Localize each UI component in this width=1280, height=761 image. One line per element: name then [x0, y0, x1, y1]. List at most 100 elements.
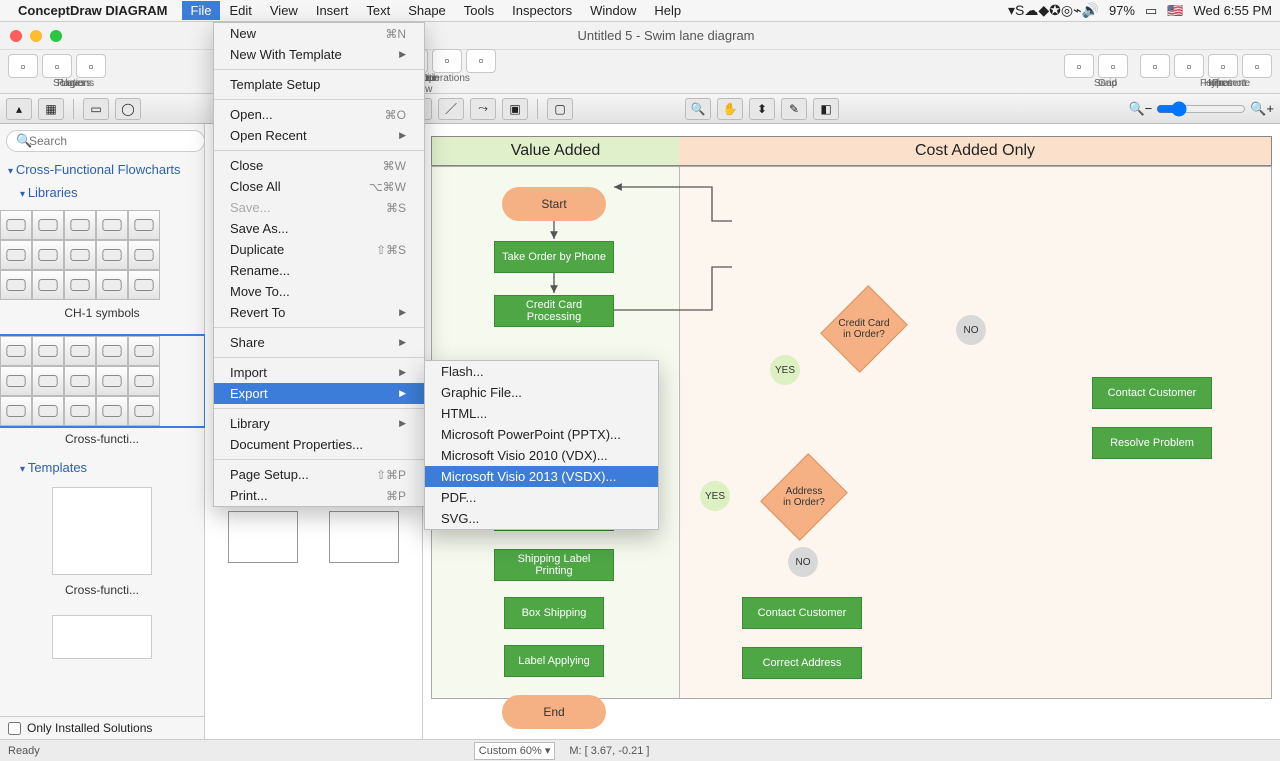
template-thumb-1[interactable] — [52, 487, 152, 575]
traffic-lights[interactable] — [10, 30, 62, 42]
menu-item-flash-[interactable]: Flash... — [425, 361, 658, 382]
menu-item-close[interactable]: Close⌘W — [214, 155, 424, 176]
library-shape-icon[interactable] — [96, 366, 128, 396]
library-shape-icon[interactable] — [128, 366, 160, 396]
menubar-window[interactable]: Window — [581, 1, 645, 20]
align-tool[interactable]: ⬍ — [749, 98, 775, 120]
library-shape-icon[interactable] — [64, 210, 96, 240]
menu-extra-icon[interactable]: ▾ — [1008, 2, 1015, 18]
group-tool[interactable]: ▣ — [502, 98, 528, 120]
menu-item-html-[interactable]: HTML... — [425, 403, 658, 424]
library-shape-icon[interactable] — [32, 210, 64, 240]
app-name[interactable]: ConceptDraw DIAGRAM — [18, 3, 168, 18]
file-menu[interactable]: New⌘NNew With TemplateTemplate SetupOpen… — [213, 22, 425, 507]
menu-item-close-all[interactable]: Close All⌥⌘W — [214, 176, 424, 197]
close-icon[interactable] — [10, 30, 22, 42]
library-shape-icon[interactable] — [32, 366, 64, 396]
menu-item-graphic-file-[interactable]: Graphic File... — [425, 382, 658, 403]
menu-item-open-[interactable]: Open...⌘O — [214, 104, 424, 125]
search-input[interactable] — [6, 130, 205, 152]
stencil-shape[interactable] — [215, 511, 311, 567]
toolbar-layers[interactable]: ▫ — [76, 54, 106, 78]
library-shape-icon[interactable] — [128, 396, 160, 426]
library-shape-icon[interactable] — [128, 270, 160, 300]
toolbar-present[interactable]: ▫ — [1242, 54, 1272, 78]
library-shape-icon[interactable] — [64, 366, 96, 396]
toolbar-grid[interactable]: ▫ — [1098, 54, 1128, 78]
pan-tool[interactable]: ✋ — [717, 98, 743, 120]
library-shape-icon[interactable] — [0, 396, 32, 426]
menubar-edit[interactable]: Edit — [220, 1, 260, 20]
menu-extra-icon[interactable]: ⌁ — [1073, 2, 1081, 18]
zoom-in-icon[interactable]: 🔍+ — [1250, 101, 1274, 117]
toolbar-info[interactable]: ▫ — [1208, 54, 1238, 78]
menu-item-save-as-[interactable]: Save As... — [214, 218, 424, 239]
library-shape-icon[interactable] — [0, 240, 32, 270]
node-cc-decision[interactable]: Credit Card in Order? — [830, 295, 898, 363]
menu-item-microsoft-visio-vsdx-[interactable]: Microsoft Visio 2013 (VSDX)... — [425, 466, 658, 487]
ellipse-tool[interactable]: ◯ — [115, 98, 141, 120]
node-cc-processing[interactable]: Credit Card Processing — [494, 295, 614, 327]
library-shape-icon[interactable] — [96, 396, 128, 426]
library-shape-icon[interactable] — [96, 210, 128, 240]
node-box-shipping[interactable]: Box Shipping — [504, 597, 604, 629]
only-installed-checkbox[interactable] — [8, 722, 21, 735]
library-shape-icon[interactable] — [32, 336, 64, 366]
library-shape-icon[interactable] — [96, 240, 128, 270]
library-shape-icon[interactable] — [32, 270, 64, 300]
library-shape-icon[interactable] — [32, 240, 64, 270]
library-shape-icon[interactable] — [0, 366, 32, 396]
toolbar-snap[interactable]: ▫ — [1064, 54, 1094, 78]
menu-extra-icon[interactable]: ◆ — [1038, 2, 1049, 18]
menu-item-microsoft-powerpoint-pptx-[interactable]: Microsoft PowerPoint (PPTX)... — [425, 424, 658, 445]
menu-item-template-setup[interactable]: Template Setup — [214, 74, 424, 95]
export-submenu[interactable]: Flash...Graphic File...HTML...Microsoft … — [424, 360, 659, 530]
eyedropper-tool[interactable]: ✎ — [781, 98, 807, 120]
menu-item-document-properties-[interactable]: Document Properties... — [214, 434, 424, 455]
menu-item-move-to-[interactable]: Move To... — [214, 281, 424, 302]
node-addr-decision[interactable]: Address in Order? — [770, 463, 838, 531]
menubar-text[interactable]: Text — [357, 1, 399, 20]
library-shape-icon[interactable] — [96, 336, 128, 366]
menu-item-duplicate[interactable]: Duplicate⇧⌘S — [214, 239, 424, 260]
node-correct-addr[interactable]: Correct Address — [742, 647, 862, 679]
lane-b-header[interactable]: Cost Added Only — [679, 137, 1271, 165]
menu-item-microsoft-visio-vdx-[interactable]: Microsoft Visio 2010 (VDX)... — [425, 445, 658, 466]
library-shape-icon[interactable] — [96, 270, 128, 300]
menu-item-print-[interactable]: Print...⌘P — [214, 485, 424, 506]
library-shape-icon[interactable] — [128, 336, 160, 366]
menubar-file[interactable]: File — [182, 1, 221, 20]
eraser-tool[interactable]: ◧ — [813, 98, 839, 120]
menubar-view[interactable]: View — [261, 1, 307, 20]
toolbar-tree[interactable]: ▫ — [432, 49, 462, 73]
zoom-combo[interactable]: Custom 60% ▾ — [474, 742, 556, 760]
zoom-out-icon[interactable]: 🔍− — [1128, 101, 1152, 117]
solution-header[interactable]: Cross-Functional Flowcharts — [0, 158, 204, 181]
toolbar-format[interactable]: ▫ — [1140, 54, 1170, 78]
node-contact-1[interactable]: Contact Customer — [1092, 377, 1212, 409]
minimize-icon[interactable] — [30, 30, 42, 42]
library-shape-icon[interactable] — [64, 270, 96, 300]
menu-item-library[interactable]: Library — [214, 413, 424, 434]
library-shape-icon[interactable] — [64, 336, 96, 366]
templates-section[interactable]: Templates — [0, 456, 204, 479]
only-installed-row[interactable]: Only Installed Solutions — [0, 716, 204, 739]
toolbar-solutions[interactable]: ▫ — [8, 54, 38, 78]
zoom-in-tool[interactable]: 🔍 — [685, 98, 711, 120]
menu-item-revert-to[interactable]: Revert To — [214, 302, 424, 323]
library-crossfunc[interactable] — [0, 336, 204, 426]
library-shape-icon[interactable] — [64, 396, 96, 426]
menu-extra-icon[interactable]: ✪ — [1049, 2, 1061, 18]
menu-item-open-recent[interactable]: Open Recent — [214, 125, 424, 146]
library-shape-icon[interactable] — [128, 240, 160, 270]
menu-item-rename-[interactable]: Rename... — [214, 260, 424, 281]
menu-item-import[interactable]: Import — [214, 362, 424, 383]
library-ch1[interactable] — [0, 210, 204, 300]
node-end[interactable]: End — [502, 695, 606, 729]
library-shape-icon[interactable] — [0, 270, 32, 300]
node-take-order[interactable]: Take Order by Phone — [494, 241, 614, 273]
library-shape-icon[interactable] — [64, 240, 96, 270]
frame-tool[interactable]: ▢ — [547, 98, 573, 120]
menubar-insert[interactable]: Insert — [307, 1, 358, 20]
zoom-range[interactable] — [1156, 101, 1246, 117]
